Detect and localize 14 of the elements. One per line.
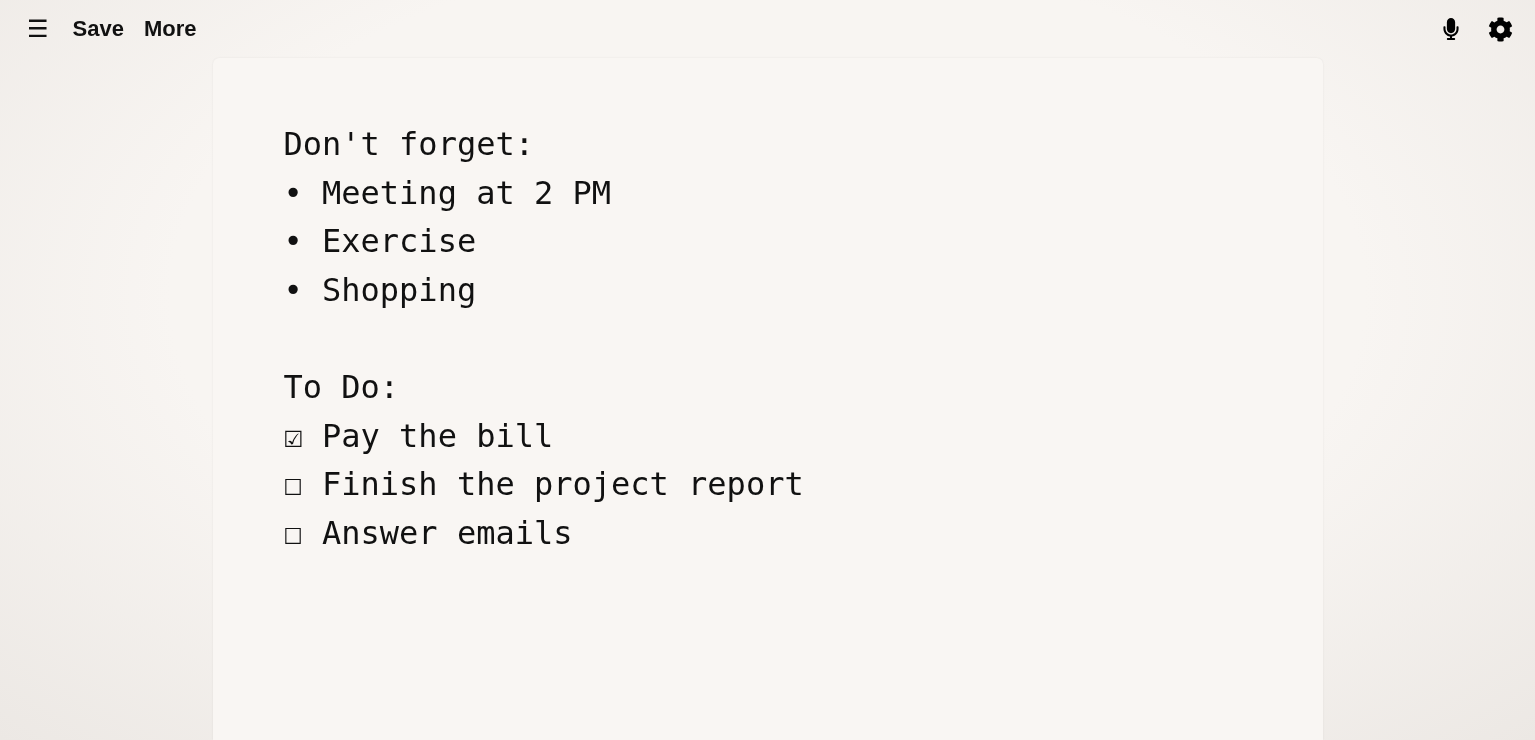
note-heading: Don't forget:: [283, 124, 534, 165]
note-line: • Shopping: [283, 269, 477, 311]
note-line: • Exercise: [283, 221, 477, 263]
menu-button[interactable]: ☰: [25, 15, 51, 43]
note-line: ☐ Answer emails: [283, 512, 573, 554]
more-button[interactable]: More: [143, 16, 197, 42]
note-line: ☐ Finish the project report: [283, 464, 804, 506]
note-line: • Meeting at 2 PM: [283, 172, 611, 214]
microphone-button[interactable]: [1440, 18, 1462, 40]
note-heading: To Do:: [283, 366, 400, 408]
note-editor[interactable]: Don't forget: • Meeting at 2 PM • Exercise • Shopping To Do: ☑ Pay the bill ☐ Finish the project report ☐ Answer emails: [212, 58, 1323, 740]
settings-button[interactable]: [1488, 16, 1513, 42]
note-line: ☑ Pay the bill: [283, 415, 554, 457]
save-button[interactable]: Save: [72, 16, 124, 42]
